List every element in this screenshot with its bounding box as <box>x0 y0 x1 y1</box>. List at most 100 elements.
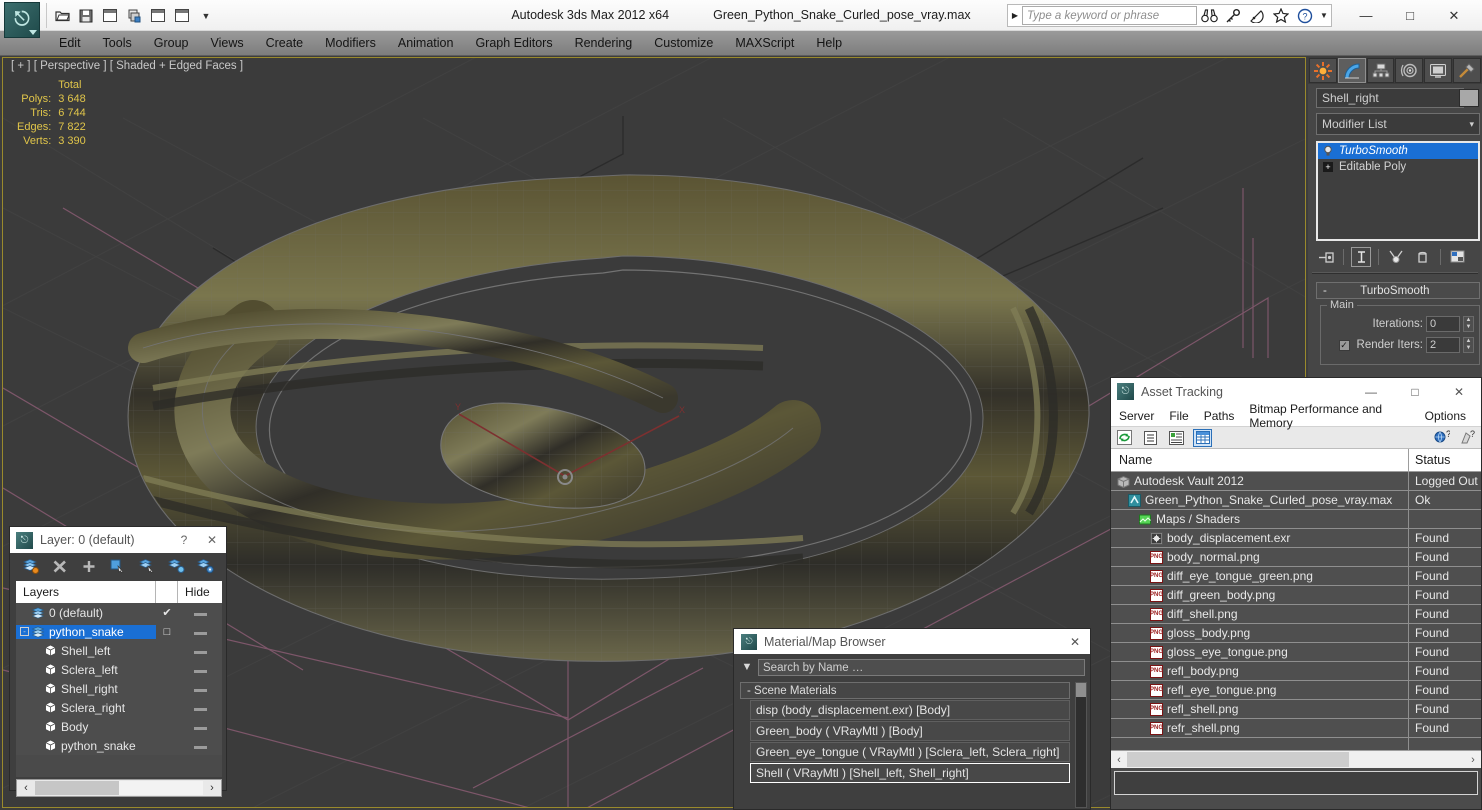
scene-materials-items[interactable]: disp (body_displacement.exr) [Body] Green… <box>740 700 1086 783</box>
layer-hide-toggle[interactable] <box>178 645 222 657</box>
column-status-header[interactable]: Status <box>1409 449 1481 471</box>
asset-menu-options[interactable]: Options <box>1425 409 1466 423</box>
key-icon[interactable] <box>1221 5 1245 27</box>
highlight-selected-objects-layer-icon[interactable] <box>165 556 187 576</box>
scroll-thumb[interactable] <box>35 781 119 795</box>
motion-tab[interactable] <box>1395 58 1424 83</box>
asset-row[interactable]: PNG refl_eye_tongue.png Found <box>1111 681 1481 700</box>
iterations-spinner[interactable]: ▲ ▼ <box>1463 316 1474 332</box>
minimize-button[interactable]: — <box>1344 2 1388 29</box>
window-controls[interactable]: — □ ✕ <box>1344 2 1476 29</box>
layer-horizontal-scrollbar[interactable]: ‹ › <box>16 779 222 797</box>
scroll-track[interactable] <box>35 781 203 795</box>
asset-close-button[interactable]: ✕ <box>1437 378 1481 405</box>
scene-materials-group-header[interactable]: - Scene Materials <box>740 682 1070 699</box>
modifier-stack-item-editable-poly[interactable]: + Editable Poly <box>1318 159 1478 175</box>
material-list[interactable]: - Scene Materials disp (body_displacemen… <box>740 682 1087 810</box>
search-expand-icon[interactable]: ▶ <box>1008 11 1022 20</box>
menu-item-help[interactable]: Help <box>805 31 853 56</box>
collapse-icon[interactable]: - <box>1317 285 1333 297</box>
layer-hide-toggle[interactable] <box>178 740 222 752</box>
chevron-down-icon[interactable]: ▾ <box>1469 114 1474 135</box>
scroll-right-icon[interactable]: › <box>1465 754 1481 766</box>
asset-row[interactable]: Maps / Shaders <box>1111 510 1481 529</box>
info-center-search[interactable]: ▶ Type a keyword or phrase ? ▼ <box>1007 4 1332 27</box>
maximize-button[interactable]: □ <box>1388 2 1432 29</box>
configure-modifier-sets-button[interactable] <box>1448 247 1468 267</box>
menu-item-graph-editors[interactable]: Graph Editors <box>464 31 563 56</box>
material-search-row[interactable]: ▼ Search by Name … <box>734 654 1090 678</box>
menu-item-edit[interactable]: Edit <box>48 31 92 56</box>
layer-hide-toggle[interactable] <box>178 626 222 638</box>
create-new-layer-icon[interactable] <box>20 556 42 576</box>
layer-row[interactable]: Shell_right <box>16 679 222 698</box>
layer-row[interactable]: - python_snake □ <box>16 622 222 641</box>
material-vertical-scrollbar[interactable] <box>1075 682 1087 808</box>
layer-toolbar[interactable] <box>10 553 226 579</box>
material-item[interactable]: disp (body_displacement.exr) [Body] <box>750 700 1070 720</box>
display-tab[interactable] <box>1424 58 1453 83</box>
asset-row[interactable]: Green_Python_Snake_Curled_pose_vray.max O… <box>1111 491 1481 510</box>
layer-hide-toggle[interactable] <box>178 607 222 619</box>
asset-menu-paths[interactable]: Paths <box>1204 409 1235 423</box>
layer-row[interactable]: 0 (default) ✔ <box>16 603 222 622</box>
delete-layer-icon[interactable] <box>49 556 71 576</box>
hide-dash-icon[interactable] <box>193 650 207 654</box>
context-help-icon[interactable]: ? <box>1458 429 1477 447</box>
hide-dash-icon[interactable] <box>193 726 207 730</box>
turbosmooth-rollout[interactable]: - TurboSmooth Main Iterations: 0 ▲ ▼ ✓ Re… <box>1316 282 1480 365</box>
command-panel-tabs[interactable] <box>1308 57 1482 84</box>
menu-item-group[interactable]: Group <box>143 31 200 56</box>
layer-hide-toggle[interactable] <box>178 683 222 695</box>
asset-row[interactable]: Autodesk Vault 2012 Logged Out <box>1111 472 1481 491</box>
scroll-thumb[interactable] <box>1076 683 1086 697</box>
menu-item-customize[interactable]: Customize <box>643 31 724 56</box>
menu-item-rendering[interactable]: Rendering <box>564 31 644 56</box>
asset-toolbar[interactable]: ? ? <box>1111 427 1481 449</box>
expand-collapse-icon[interactable]: - <box>20 627 29 636</box>
asset-row[interactable]: PNG refl_body.png Found <box>1111 662 1481 681</box>
new-scene-icon[interactable] <box>99 5 121 26</box>
redo-icon[interactable] <box>171 5 193 26</box>
search-input[interactable]: Type a keyword or phrase <box>1022 6 1197 25</box>
command-panel[interactable]: Shell_right Modifier List ▾ TurboSmooth +… <box>1308 57 1482 387</box>
hide-dash-icon[interactable] <box>193 707 207 711</box>
asset-menu-file[interactable]: File <box>1169 409 1188 423</box>
menu-item-maxscript[interactable]: MAXScript <box>724 31 805 56</box>
light-bulb-icon[interactable] <box>1322 145 1334 157</box>
asset-row[interactable]: body_displacement.exr Found <box>1111 529 1481 548</box>
favorites-star-icon[interactable] <box>1269 5 1293 27</box>
asset-row[interactable]: PNG diff_shell.png Found <box>1111 605 1481 624</box>
asset-row[interactable]: PNG gloss_eye_tongue.png Found <box>1111 643 1481 662</box>
object-name-field[interactable]: Shell_right <box>1316 88 1464 108</box>
asset-row[interactable]: PNG refl_shell.png Found <box>1111 700 1481 719</box>
hierarchy-tab[interactable] <box>1366 58 1395 83</box>
scroll-right-icon[interactable]: › <box>203 782 221 794</box>
pin-stack-button[interactable] <box>1316 247 1336 267</box>
modifier-stack-buttons[interactable] <box>1316 246 1474 268</box>
hide-dash-icon[interactable] <box>193 631 207 635</box>
menu-item-tools[interactable]: Tools <box>92 31 143 56</box>
select-objects-in-layer-icon[interactable] <box>107 556 129 576</box>
refresh-icon[interactable] <box>1115 429 1134 447</box>
close-button[interactable]: ✕ <box>1432 2 1476 29</box>
iterations-input[interactable]: 0 <box>1426 316 1460 332</box>
hide-dash-icon[interactable] <box>193 669 207 673</box>
asset-row[interactable]: PNG refr_shell.png Found <box>1111 719 1481 738</box>
render-iters-row[interactable]: ✓ Render Iters: 2 ▲ ▼ <box>1326 337 1474 353</box>
layer-help-button[interactable]: ? <box>170 527 198 553</box>
layer-rows[interactable]: 0 (default) ✔ - python_snake □ Shell_left Scle… <box>16 603 222 755</box>
help-dropdown-icon[interactable]: ▼ <box>1317 5 1331 27</box>
scroll-left-icon[interactable]: ‹ <box>17 782 35 794</box>
column-layers-header[interactable]: Layers <box>16 581 156 603</box>
layer-close-button[interactable]: ✕ <box>198 527 226 553</box>
utilities-tab[interactable] <box>1453 58 1481 83</box>
object-color-swatch[interactable] <box>1459 89 1479 107</box>
layer-active-check-icon[interactable]: ✔ <box>156 606 178 619</box>
layer-hide-toggle[interactable] <box>178 721 222 733</box>
layer-table[interactable]: Layers Hide 0 (default) ✔ - python_snake □ Sh… <box>16 581 222 777</box>
asset-row[interactable]: PNG body_normal.png Found <box>1111 548 1481 567</box>
make-unique-button[interactable] <box>1386 247 1406 267</box>
asset-menu-server[interactable]: Server <box>1119 409 1154 423</box>
layer-hide-toggle[interactable] <box>178 702 222 714</box>
